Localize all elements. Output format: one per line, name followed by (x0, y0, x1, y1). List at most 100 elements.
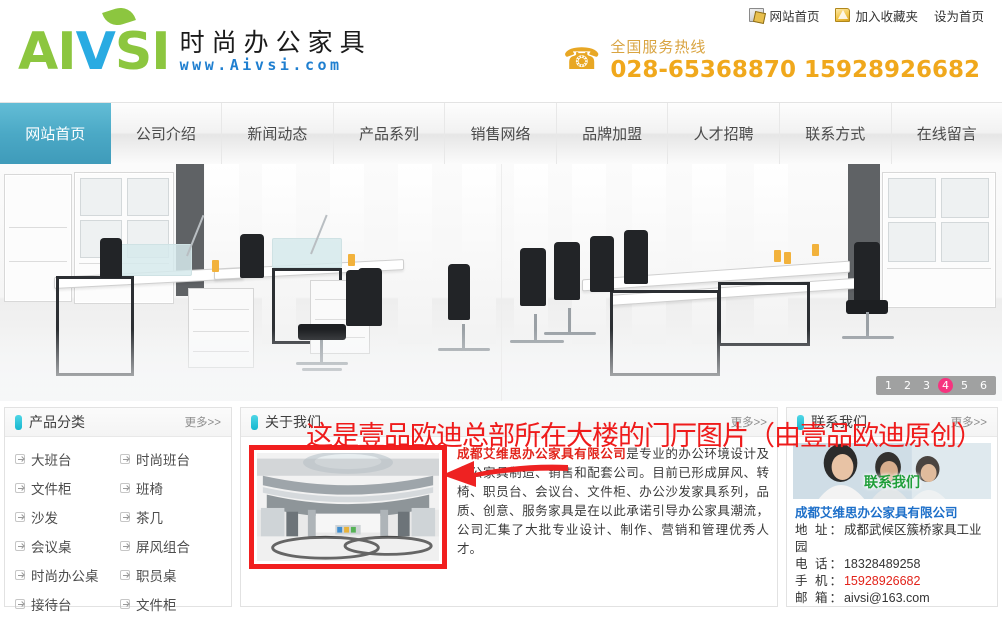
nav-label: 公司介绍 (136, 123, 196, 144)
category-item-wenjiangui-2[interactable]: 文件柜 (120, 589, 225, 618)
site-logo[interactable]: AIVSI 时尚办公家具 www.Aivsi.com (18, 26, 372, 78)
logo-url: www.Aivsi.com (180, 56, 372, 74)
nav-item-network[interactable]: 销售网络 (445, 103, 557, 164)
nav-item-jobs[interactable]: 人才招聘 (668, 103, 780, 164)
nav-item-contact[interactable]: 联系方式 (780, 103, 892, 164)
product-category-list: 大班台 时尚班台 文件柜 班椅 沙发 茶几 会议桌 屏风组合 时尚办公桌 职员桌… (5, 437, 231, 618)
contact-mobile-value: 15928926682 (844, 574, 920, 588)
utility-favorite-link[interactable]: 加入收藏夹 (835, 6, 918, 25)
banner-scene-left (0, 164, 501, 401)
category-label: 屏风组合 (136, 536, 190, 556)
category-label: 时尚办公桌 (31, 565, 99, 585)
hotline-numbers: 028-65368870 15928926682 (610, 57, 980, 83)
category-item-pingfengzuhe[interactable]: 屏风组合 (120, 531, 225, 560)
carousel-page-3[interactable]: 3 (919, 378, 934, 393)
category-label: 沙发 (31, 507, 58, 527)
pill-marker-icon (251, 415, 258, 430)
nav-label: 新闻动态 (247, 123, 307, 144)
nav-label: 网站首页 (25, 123, 85, 144)
category-label: 大班台 (31, 449, 72, 469)
pill-marker-icon (15, 415, 22, 430)
product-category-more-link[interactable]: 更多>> (185, 414, 221, 430)
arrow-box-icon (15, 483, 25, 493)
carousel-pagination[interactable]: 1 2 3 4 5 6 (876, 376, 996, 395)
category-label: 文件柜 (31, 478, 72, 498)
favorite-folder-icon (835, 8, 850, 22)
nav-item-franchise[interactable]: 品牌加盟 (557, 103, 669, 164)
category-label: 班椅 (136, 478, 163, 498)
arrow-box-icon (15, 541, 25, 551)
category-label: 职员桌 (136, 565, 177, 585)
contact-email-row: 邮 箱：aivsi@163.com (795, 590, 989, 607)
utility-sethome-label: 设为首页 (934, 6, 984, 25)
product-category-panel: 产品分类 更多>> 大班台 时尚班台 文件柜 班椅 沙发 茶几 会议桌 屏风组合… (4, 407, 232, 607)
nav-item-company[interactable]: 公司介绍 (111, 103, 223, 164)
category-item-shafa[interactable]: 沙发 (15, 502, 120, 531)
arrow-box-icon (120, 454, 130, 464)
logo-mark-si: SI (115, 22, 170, 82)
nav-item-news[interactable]: 新闻动态 (222, 103, 334, 164)
carousel-page-4[interactable]: 4 (938, 378, 953, 393)
nav-item-home[interactable]: 网站首页 (0, 103, 111, 164)
nav-label: 产品系列 (359, 123, 419, 144)
arrow-box-icon (120, 599, 130, 609)
arrow-box-icon (15, 454, 25, 464)
arrow-box-icon (15, 512, 25, 522)
contact-tel-row: 电 话：18328489258 (795, 556, 989, 573)
category-item-zhiyuanzhuo[interactable]: 职员桌 (120, 560, 225, 589)
arrow-box-icon (120, 570, 130, 580)
utility-sethome-link[interactable]: 设为首页 (934, 6, 984, 25)
category-item-jiedaitai[interactable]: 接待台 (15, 589, 120, 618)
banner-scene-right (501, 164, 1002, 401)
contact-mobile-row: 手 机：15928926682 (795, 573, 989, 590)
category-label: 茶几 (136, 507, 163, 527)
contact-tel-value: 18328489258 (844, 557, 920, 571)
category-item-shishangbantai[interactable]: 时尚班台 (120, 444, 225, 473)
nav-label: 销售网络 (471, 123, 531, 144)
contact-address-row: 地 址：成都武候区簇桥家具工业园 (795, 522, 989, 556)
nav-label: 品牌加盟 (582, 123, 642, 144)
utility-home-label: 网站首页 (769, 6, 819, 25)
arrow-box-icon (15, 570, 25, 580)
category-item-wenjiangui[interactable]: 文件柜 (15, 473, 120, 502)
logo-mark-v: V (76, 22, 115, 82)
product-category-title: 产品分类 (29, 412, 85, 432)
category-item-dabantai[interactable]: 大班台 (15, 444, 120, 473)
logo-mark-ai: AI (18, 22, 76, 82)
carousel-page-2[interactable]: 2 (900, 378, 915, 393)
category-item-huiyizhuo[interactable]: 会议桌 (15, 531, 120, 560)
nav-item-message[interactable]: 在线留言 (892, 103, 1002, 164)
carousel-page-5[interactable]: 5 (957, 378, 972, 393)
nav-label: 在线留言 (917, 123, 977, 144)
nav-item-products[interactable]: 产品系列 (334, 103, 446, 164)
category-label: 时尚班台 (136, 449, 190, 469)
category-label: 文件柜 (136, 594, 177, 614)
carousel-page-1[interactable]: 1 (881, 378, 896, 393)
carousel-page-6[interactable]: 6 (976, 378, 991, 393)
contact-email-value: aivsi@163.com (844, 591, 930, 605)
contact-email-label: 邮 箱： (795, 591, 844, 605)
utility-home-link[interactable]: 网站首页 (749, 6, 819, 25)
banner-carousel[interactable]: 1 2 3 4 5 6 (0, 164, 1002, 401)
annotation-text: 这是壹品欧迪总部所在大楼的门厅图片（由壹品欧迪原创） (306, 414, 982, 453)
lobby-illustration (257, 453, 439, 561)
nav-label: 人才招聘 (694, 123, 754, 144)
product-category-header: 产品分类 更多>> (5, 408, 231, 437)
nav-label: 联系方式 (805, 123, 865, 144)
contact-company-name: 成都艾维思办公家具有限公司 (795, 505, 989, 522)
arrow-box-icon (15, 599, 25, 609)
utility-favorite-label: 加入收藏夹 (855, 6, 918, 25)
category-item-banyi[interactable]: 班椅 (120, 473, 225, 502)
category-item-shishangbangongzhuo[interactable]: 时尚办公桌 (15, 560, 120, 589)
contact-mobile-label: 手 机： (795, 574, 844, 588)
contact-banner-caption: 联系我们 (864, 472, 920, 492)
annotation-arrow-icon (440, 455, 570, 489)
category-item-chaji[interactable]: 茶几 (120, 502, 225, 531)
brand-row: AIVSI 时尚办公家具 www.Aivsi.com ☎ 全国服务热线 028-… (0, 30, 1002, 102)
home-icon (749, 8, 764, 22)
hotline-block: ☎ 全国服务热线 028-65368870 15928926682 (563, 36, 980, 83)
contact-details: 成都艾维思办公家具有限公司 地 址：成都武候区簇桥家具工业园 电 话：18328… (787, 499, 997, 607)
about-lobby-photo (257, 453, 439, 561)
arrow-box-icon (120, 512, 130, 522)
hotline-label: 全国服务热线 (610, 36, 980, 57)
